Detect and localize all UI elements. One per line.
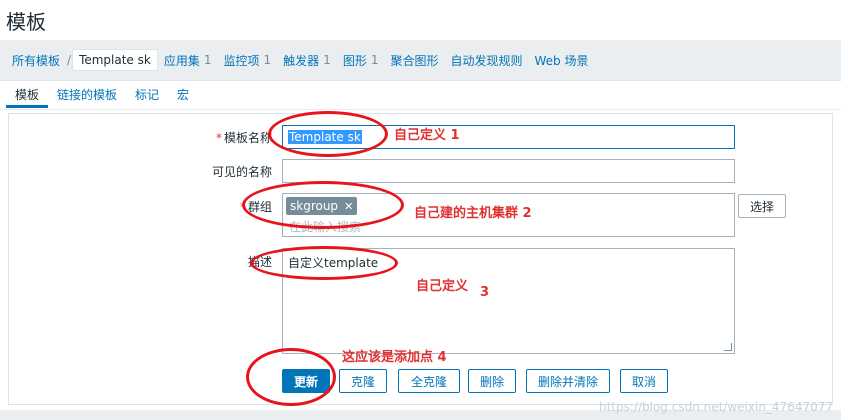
- annotation-ellipse-2: [242, 181, 404, 229]
- tab-macros[interactable]: 宏: [168, 82, 198, 108]
- breadcrumb-graphs[interactable]: 图形 1: [337, 49, 385, 71]
- annotation-4: 这应该是添加点 4: [342, 350, 447, 365]
- breadcrumb: 所有模板 / Template sk 应用集 1 监控项 1 触发器 1 图形 1 聚合…: [0, 46, 841, 74]
- annotation-ellipse-4: [246, 348, 336, 406]
- tab-tags[interactable]: 标记: [126, 82, 168, 108]
- cancel-button[interactable]: 取消: [620, 369, 668, 393]
- template-name-label: * 模板名称: [215, 131, 272, 145]
- breadcrumb-current-template[interactable]: Template sk: [72, 49, 158, 71]
- breadcrumb-all-templates[interactable]: 所有模板: [6, 49, 66, 71]
- delete-button[interactable]: 删除: [468, 369, 516, 393]
- page-header: [0, 0, 841, 40]
- breadcrumb-screens[interactable]: 聚合图形: [384, 49, 444, 71]
- visible-name-label: 可见的名称: [211, 165, 272, 179]
- breadcrumb-discovery-rules[interactable]: 自动发现规则: [444, 49, 528, 71]
- annotation-1: 自己定义 1: [394, 128, 460, 143]
- resize-handle-icon[interactable]: [724, 343, 732, 351]
- annotation-2: 自己建的主机集群 2: [414, 206, 532, 221]
- page-title: 模板: [6, 10, 46, 34]
- breadcrumb-triggers[interactable]: 触发器 1: [277, 49, 337, 71]
- annotation-3: 自己定义 3: [416, 279, 490, 300]
- breadcrumb-applications[interactable]: 应用集 1: [158, 49, 218, 71]
- tab-template[interactable]: 模板: [6, 82, 49, 108]
- form-tabs: 模板 链接的模板 标记 宏: [6, 82, 198, 108]
- description-label: 描述: [247, 255, 272, 269]
- full-clone-button[interactable]: 全克隆: [398, 369, 460, 393]
- annotation-ellipse-3: [250, 246, 398, 280]
- breadcrumb-items[interactable]: 监控项 1: [218, 49, 278, 71]
- breadcrumb-web-scenarios[interactable]: Web 场景: [529, 49, 595, 71]
- delete-and-clear-button[interactable]: 删除并清除: [526, 369, 610, 393]
- tab-linked-templates[interactable]: 链接的模板: [48, 82, 126, 108]
- annotation-ellipse-1: [268, 111, 388, 157]
- watermark: https://blog.csdn.net/weixin_47647077: [598, 400, 833, 414]
- visible-name-input[interactable]: [282, 159, 735, 183]
- clone-button[interactable]: 克隆: [339, 369, 387, 393]
- tab-divider: [0, 109, 841, 110]
- select-group-button[interactable]: 选择: [738, 194, 786, 218]
